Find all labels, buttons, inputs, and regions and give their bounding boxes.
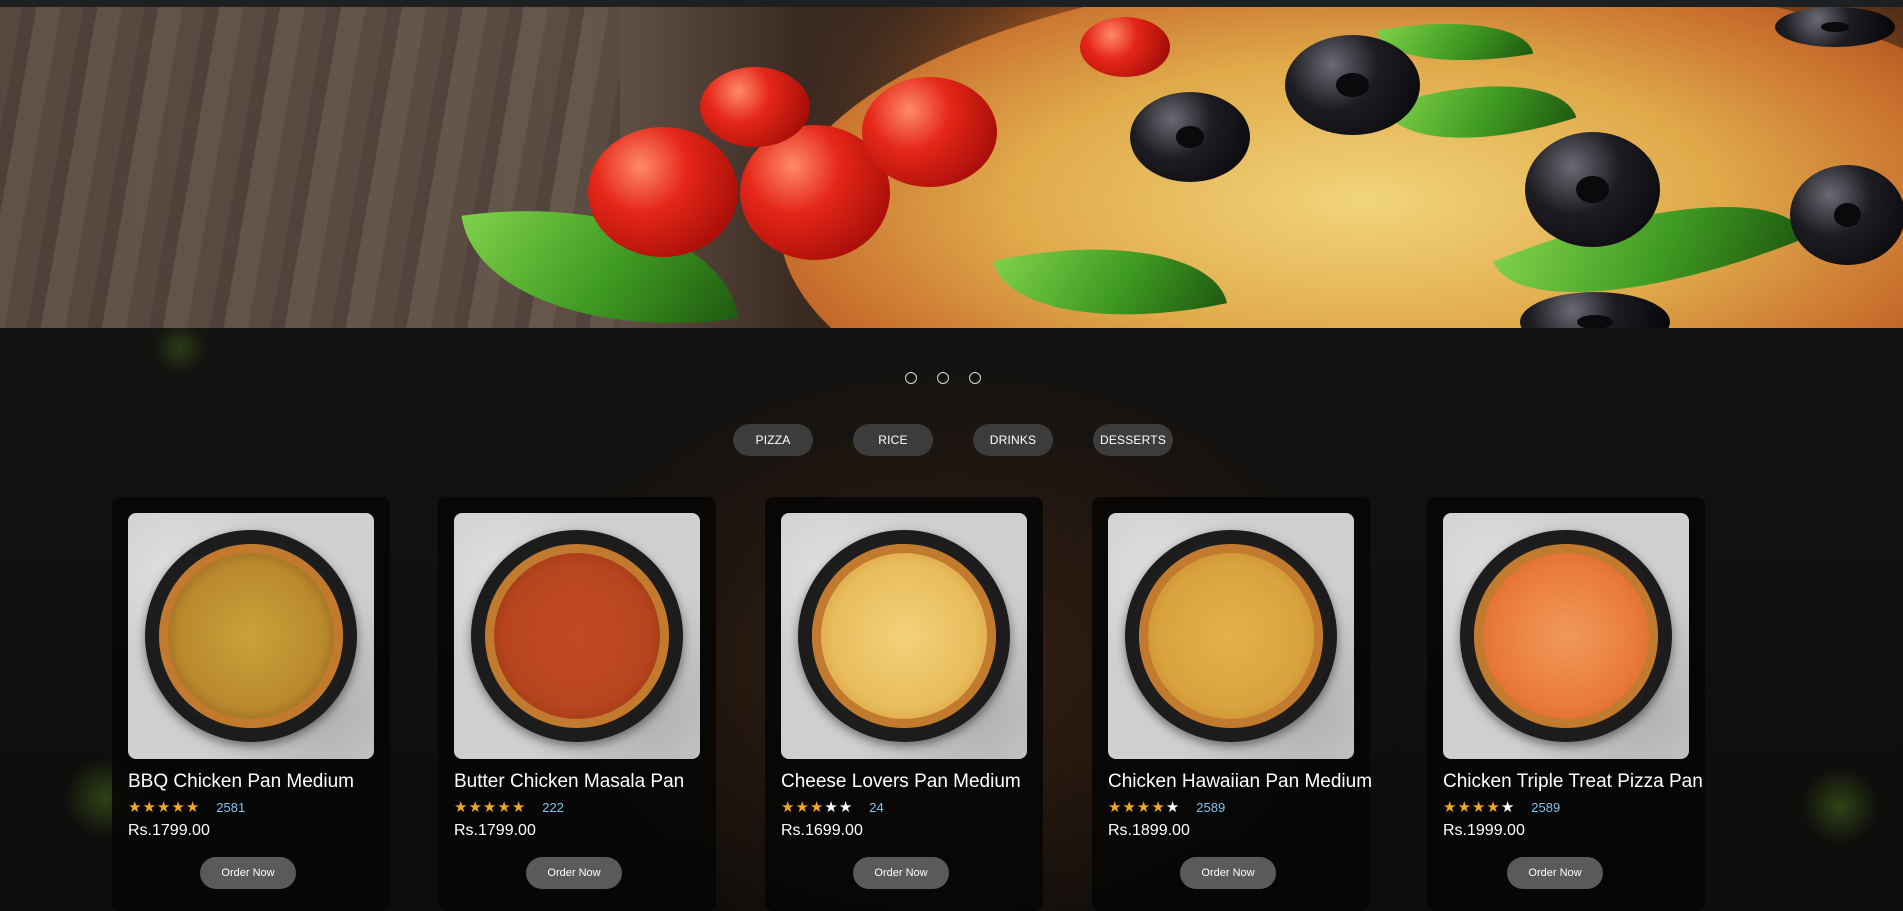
- product-price: Rs.1799.00: [128, 822, 210, 839]
- olive-graphic: [1285, 35, 1420, 135]
- product-price: Rs.1999.00: [1443, 822, 1525, 839]
- slider-dot-3[interactable]: [969, 372, 981, 384]
- product-rating: ★★★★★ 2581: [128, 798, 245, 816]
- review-count: 2581: [216, 799, 246, 815]
- product-name[interactable]: Cheese Lovers Pan Medium: [781, 771, 1021, 793]
- product-rating: ★★★★★ 222: [454, 798, 564, 816]
- tomato-graphic: [700, 67, 810, 147]
- tomato-graphic: [862, 77, 997, 187]
- product-rating: ★★★★★ 2589: [1108, 798, 1225, 816]
- slider-dot-1[interactable]: [905, 372, 917, 384]
- tomato-graphic: [588, 127, 738, 257]
- product-name[interactable]: Chicken Triple Treat Pizza Pan: [1443, 771, 1703, 793]
- product-price: Rs.1799.00: [454, 822, 536, 839]
- tab-desserts[interactable]: DESSERTS: [1093, 424, 1173, 456]
- review-count: 2589: [1196, 799, 1226, 815]
- slider-dots: [0, 372, 1903, 384]
- product-rating: ★★★★★ 24: [781, 798, 884, 816]
- product-card: Cheese Lovers Pan Medium ★★★★★ 24 Rs.169…: [765, 497, 1043, 911]
- pizza-image: [454, 513, 700, 759]
- star-rating-icon: ★★★★★: [1108, 799, 1181, 816]
- pizza-image: [128, 513, 374, 759]
- review-count: 24: [869, 799, 884, 815]
- olive-graphic: [1790, 165, 1903, 265]
- product-card: Chicken Hawaiian Pan Medium ★★★★★ 2589 R…: [1092, 497, 1372, 911]
- star-rating-icon: ★★★★★: [454, 799, 527, 816]
- product-card: BBQ Chicken Pan Medium ★★★★★ 2581 Rs.179…: [112, 497, 390, 911]
- product-price: Rs.1699.00: [781, 822, 863, 839]
- tab-drinks[interactable]: DRINKS: [973, 424, 1053, 456]
- review-count: 2589: [1531, 799, 1561, 815]
- order-now-button[interactable]: Order Now: [853, 857, 949, 889]
- star-rating-icon: ★★★★★: [128, 799, 201, 816]
- pizza-image: [781, 513, 1027, 759]
- product-rating: ★★★★★ 2589: [1443, 798, 1560, 816]
- product-card: Chicken Triple Treat Pizza Pan ★★★★★ 258…: [1427, 497, 1705, 911]
- olive-graphic: [1525, 132, 1660, 247]
- product-name[interactable]: BBQ Chicken Pan Medium: [128, 771, 354, 793]
- tomato-graphic: [1080, 17, 1170, 77]
- olive-graphic: [1130, 92, 1250, 182]
- product-name[interactable]: Chicken Hawaiian Pan Medium: [1108, 771, 1372, 793]
- order-now-button[interactable]: Order Now: [526, 857, 622, 889]
- top-bar: [0, 0, 1903, 7]
- star-rating-icon: ★★★★★: [1443, 799, 1516, 816]
- order-now-button[interactable]: Order Now: [1180, 857, 1276, 889]
- slider-dot-2[interactable]: [937, 372, 949, 384]
- pizza-image: [1443, 513, 1689, 759]
- olive-graphic: [1775, 7, 1895, 47]
- category-tabs: PIZZA RICE DRINKS DESSERTS: [733, 424, 1173, 456]
- hero-banner-image: [0, 7, 1903, 328]
- order-now-button[interactable]: Order Now: [200, 857, 296, 889]
- order-now-button[interactable]: Order Now: [1507, 857, 1603, 889]
- tab-pizza[interactable]: PIZZA: [733, 424, 813, 456]
- product-name[interactable]: Butter Chicken Masala Pan: [454, 771, 684, 793]
- pizza-image: [1108, 513, 1354, 759]
- product-price: Rs.1899.00: [1108, 822, 1190, 839]
- product-card: Butter Chicken Masala Pan ★★★★★ 222 Rs.1…: [438, 497, 716, 911]
- review-count: 222: [542, 799, 564, 815]
- tab-rice[interactable]: RICE: [853, 424, 933, 456]
- star-rating-icon: ★★★★★: [781, 799, 854, 816]
